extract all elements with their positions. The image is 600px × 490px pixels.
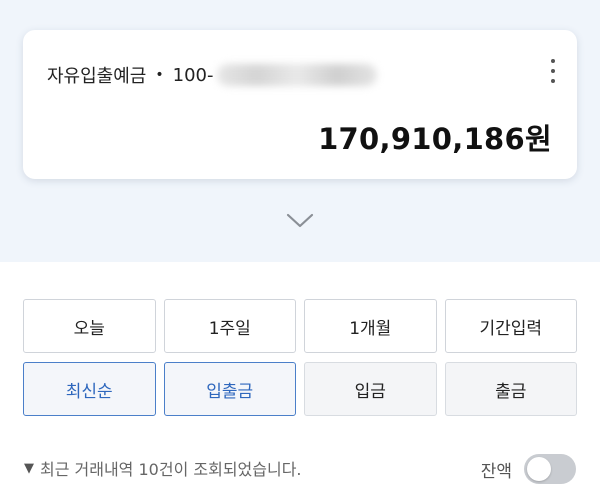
expand-button[interactable]	[285, 206, 315, 236]
chevron-down-icon	[286, 213, 314, 228]
filter-today-button[interactable]: 오늘	[23, 299, 156, 353]
account-separator: •	[155, 67, 164, 83]
result-notice: ▼ 최근 거래내역 10건이 조회되었습니다.	[24, 456, 302, 480]
masked-account-number	[217, 64, 378, 86]
triangle-down-icon: ▼	[24, 460, 34, 476]
sort-latest-button[interactable]: 최신순	[23, 362, 156, 416]
more-vertical-icon	[551, 59, 555, 63]
toggle-knob	[527, 457, 551, 481]
account-summary-area: 자유입출예금 • 100- 170,910,186원	[0, 0, 600, 262]
filter-1week-button[interactable]: 1주일	[163, 299, 296, 353]
more-vertical-icon-dot	[551, 79, 555, 83]
filter-deposit-button[interactable]: 입금	[304, 362, 437, 416]
filter-withdrawal-button[interactable]: 출금	[444, 362, 577, 416]
more-vertical-icon-dot	[551, 69, 555, 73]
period-filter-row: 오늘 1주일 1개월 기간입력	[23, 299, 577, 353]
account-balance: 170,910,186원	[318, 122, 552, 156]
account-name: 자유입출예금	[47, 66, 147, 87]
balance-toggle[interactable]	[524, 454, 576, 484]
filter-1month-button[interactable]: 1개월	[304, 299, 437, 353]
balance-toggle-label: 잔액	[480, 461, 512, 482]
account-info: 자유입출예금 • 100-	[47, 62, 378, 88]
filter-custom-period-button[interactable]: 기간입력	[444, 299, 577, 353]
account-card[interactable]: 자유입출예금 • 100- 170,910,186원	[23, 30, 577, 179]
filter-all-transactions-button[interactable]: 입출금	[163, 362, 296, 416]
sort-type-filter-row: 최신순 입출금 입금 출금	[23, 362, 577, 416]
account-number-prefix: 100-	[172, 64, 214, 86]
result-notice-text: 최근 거래내역 10건이 조회되었습니다.	[40, 460, 302, 479]
balance-toggle-group: 잔액	[481, 454, 576, 484]
more-options-button[interactable]	[547, 56, 559, 86]
